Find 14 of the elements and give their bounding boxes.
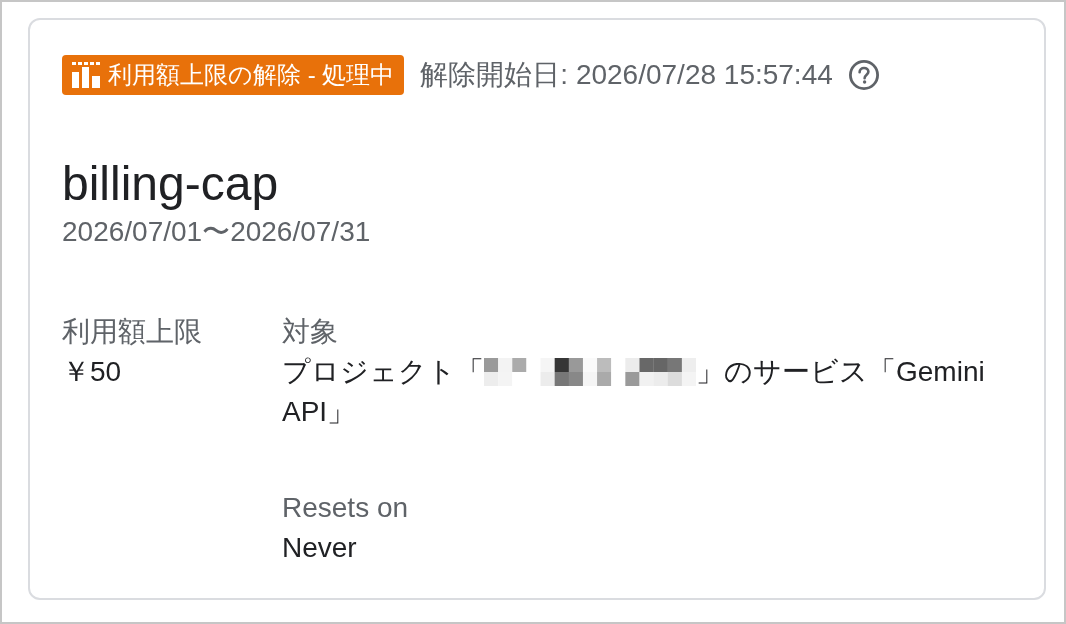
cap-title: billing-cap [62,156,280,212]
bar-chart-icon [72,62,100,88]
field-label: 対象 [282,315,339,349]
release-date-text: 解除開始日: 2026/07/28 15:57:44 [420,58,833,92]
target-text: 」のサービス「Gemini [696,356,985,387]
field-label: Resets on [282,491,410,525]
field-value: Never [282,531,358,565]
help-icon[interactable] [848,60,879,90]
period-text: 2026/07/01〜2026/07/31 [62,215,372,249]
target-text: API」 [282,396,356,427]
limit-label: 利用額上限 [62,315,203,349]
limit-value: ￥50 [62,355,123,389]
target-text: プロジェクト「 [282,356,484,387]
status-label: 利用額上限の解除 - 処理中 [108,60,395,90]
